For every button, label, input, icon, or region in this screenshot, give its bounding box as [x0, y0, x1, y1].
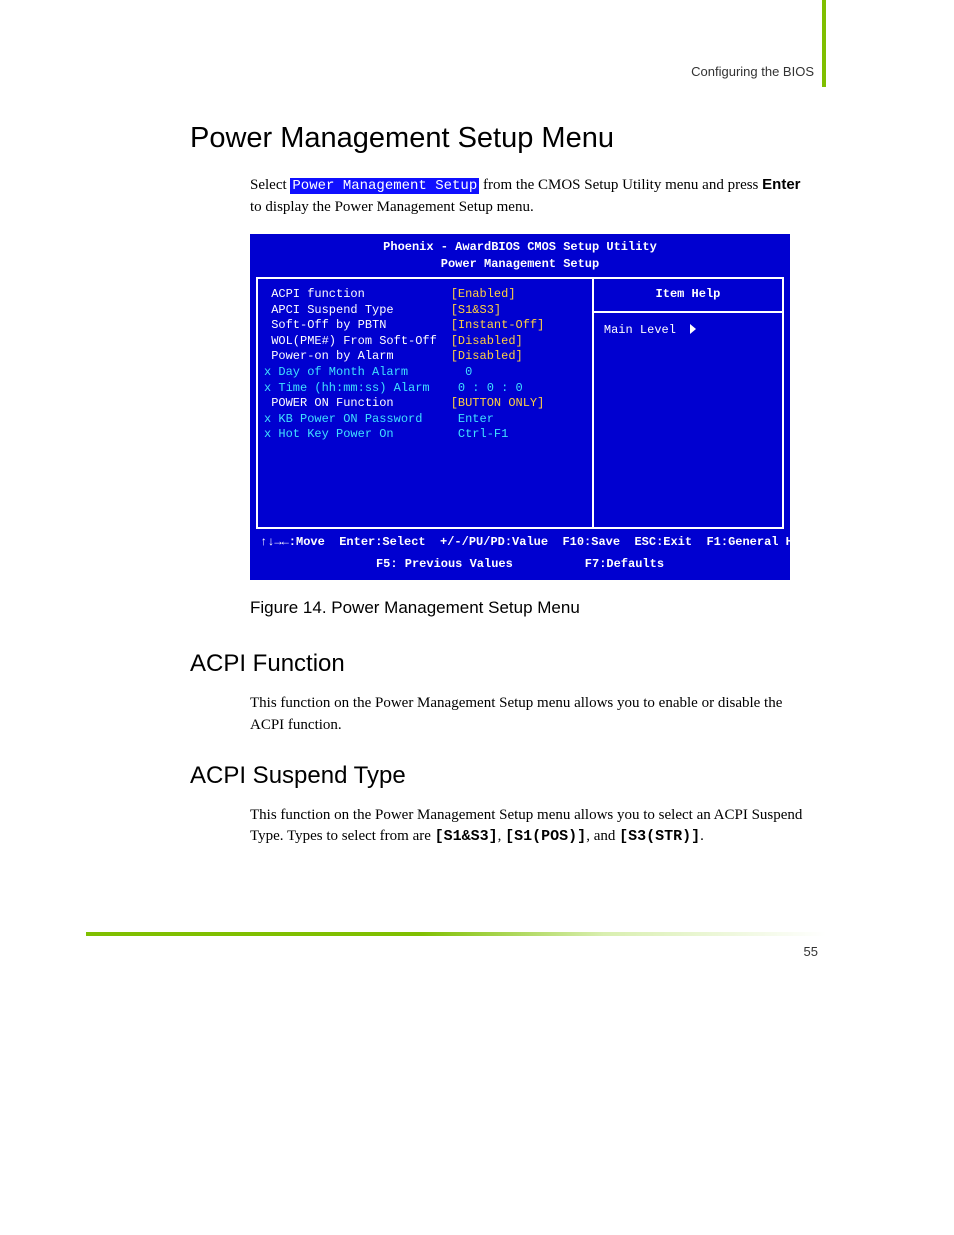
bios-setting-value: [Disabled]: [451, 349, 586, 365]
bios-setting-row: x KB Power ON Password Enter: [264, 412, 586, 428]
chapter-header: Configuring the BIOS: [691, 64, 814, 79]
document-page: Configuring the BIOS Power Management Se…: [0, 0, 954, 1235]
code-s1pos: [S1(POS)]: [505, 828, 586, 845]
bios-setting-label: ACPI function: [264, 287, 451, 303]
bios-help-level: Main Level: [604, 323, 676, 337]
section-heading-acpi-function: ACPI Function: [190, 650, 810, 678]
section-heading-acpi-suspend: ACPI Suspend Type: [190, 762, 810, 790]
enter-key-label: Enter: [762, 176, 800, 193]
bios-setting-row: ACPI function[Enabled]: [264, 287, 586, 303]
bios-setting-value: [Disabled]: [451, 334, 586, 350]
bios-footer-line2: F5: Previous Values F7:Defaults: [256, 551, 784, 573]
bios-setting-label: Soft-Off by PBTN: [264, 318, 451, 334]
bios-setting-value: Ctrl-F1: [451, 427, 586, 443]
bios-setting-value: 0: [451, 365, 586, 381]
menu-highlight: Power Management Setup: [290, 178, 479, 194]
figure-caption: Figure 14. Power Management Setup Menu: [250, 598, 810, 618]
page-title: Power Management Setup Menu: [190, 120, 810, 156]
intro-paragraph: Select Power Management Setup from the C…: [250, 174, 810, 219]
content-area: Power Management Setup Menu Select Power…: [190, 120, 810, 863]
intro-text-after: to display the Power Management Setup me…: [250, 199, 534, 215]
bios-help-pane: Item Help Main Level: [594, 279, 784, 529]
bios-setting-label: WOL(PME#) From Soft-Off: [264, 334, 451, 350]
bios-setting-label: x KB Power ON Password: [264, 412, 451, 428]
bios-setting-row: POWER ON Function[BUTTON ONLY]: [264, 396, 586, 412]
section-body-acpi-suspend: This function on the Power Management Se…: [250, 805, 810, 849]
bios-setting-label: APCI Suspend Type: [264, 303, 451, 319]
bios-setting-value: [S1&S3]: [451, 303, 586, 319]
arrow-right-icon: [690, 324, 696, 334]
bios-help-title: Item Help: [594, 279, 782, 313]
bios-setting-label: x Time (hh:mm:ss) Alarm: [264, 381, 451, 397]
header-accent-rule: [822, 0, 826, 87]
bios-setting-row: APCI Suspend Type[S1&S3]: [264, 303, 586, 319]
code-s3str: [S3(STR)]: [619, 828, 700, 845]
bios-setting-label: POWER ON Function: [264, 396, 451, 412]
bios-setting-row: Power-on by Alarm[Disabled]: [264, 349, 586, 365]
bios-setting-value: Enter: [451, 412, 586, 428]
bios-setting-label: x Day of Month Alarm: [264, 365, 451, 381]
section-body-acpi-function: This function on the Power Management Se…: [250, 693, 810, 737]
bios-body: ACPI function[Enabled] APCI Suspend Type…: [256, 277, 784, 529]
bios-setting-value: [Enabled]: [451, 287, 586, 303]
intro-text-middle: from the CMOS Setup Utility menu and pre…: [479, 177, 762, 193]
bios-screenshot: Phoenix - AwardBIOS CMOS Setup Utility P…: [250, 234, 790, 580]
bios-setting-row: x Day of Month Alarm 0: [264, 365, 586, 381]
bios-footer-line1: ↑↓→←:Move Enter:Select +/-/PU/PD:Value F…: [256, 529, 784, 551]
bios-setting-value: [BUTTON ONLY]: [451, 396, 586, 412]
page-number: 55: [804, 944, 818, 959]
bios-setting-row: Soft-Off by PBTN[Instant-Off]: [264, 318, 586, 334]
footer-accent-rule: [86, 932, 826, 936]
bios-settings-pane: ACPI function[Enabled] APCI Suspend Type…: [256, 279, 594, 529]
bios-setting-row: x Hot Key Power On Ctrl-F1: [264, 427, 586, 443]
bios-setting-row: x Time (hh:mm:ss) Alarm 0 : 0 : 0: [264, 381, 586, 397]
bios-setting-value: 0 : 0 : 0: [451, 381, 586, 397]
bios-help-body: Main Level: [594, 313, 782, 349]
bios-subtitle: Power Management Setup: [256, 257, 784, 273]
bios-setting-row: WOL(PME#) From Soft-Off[Disabled]: [264, 334, 586, 350]
bios-title: Phoenix - AwardBIOS CMOS Setup Utility: [256, 240, 784, 256]
bios-setting-value: [Instant-Off]: [451, 318, 586, 334]
intro-text-before: Select: [250, 177, 290, 193]
code-s1s3: [S1&S3]: [435, 828, 498, 845]
bios-setting-label: Power-on by Alarm: [264, 349, 451, 365]
bios-setting-label: x Hot Key Power On: [264, 427, 451, 443]
